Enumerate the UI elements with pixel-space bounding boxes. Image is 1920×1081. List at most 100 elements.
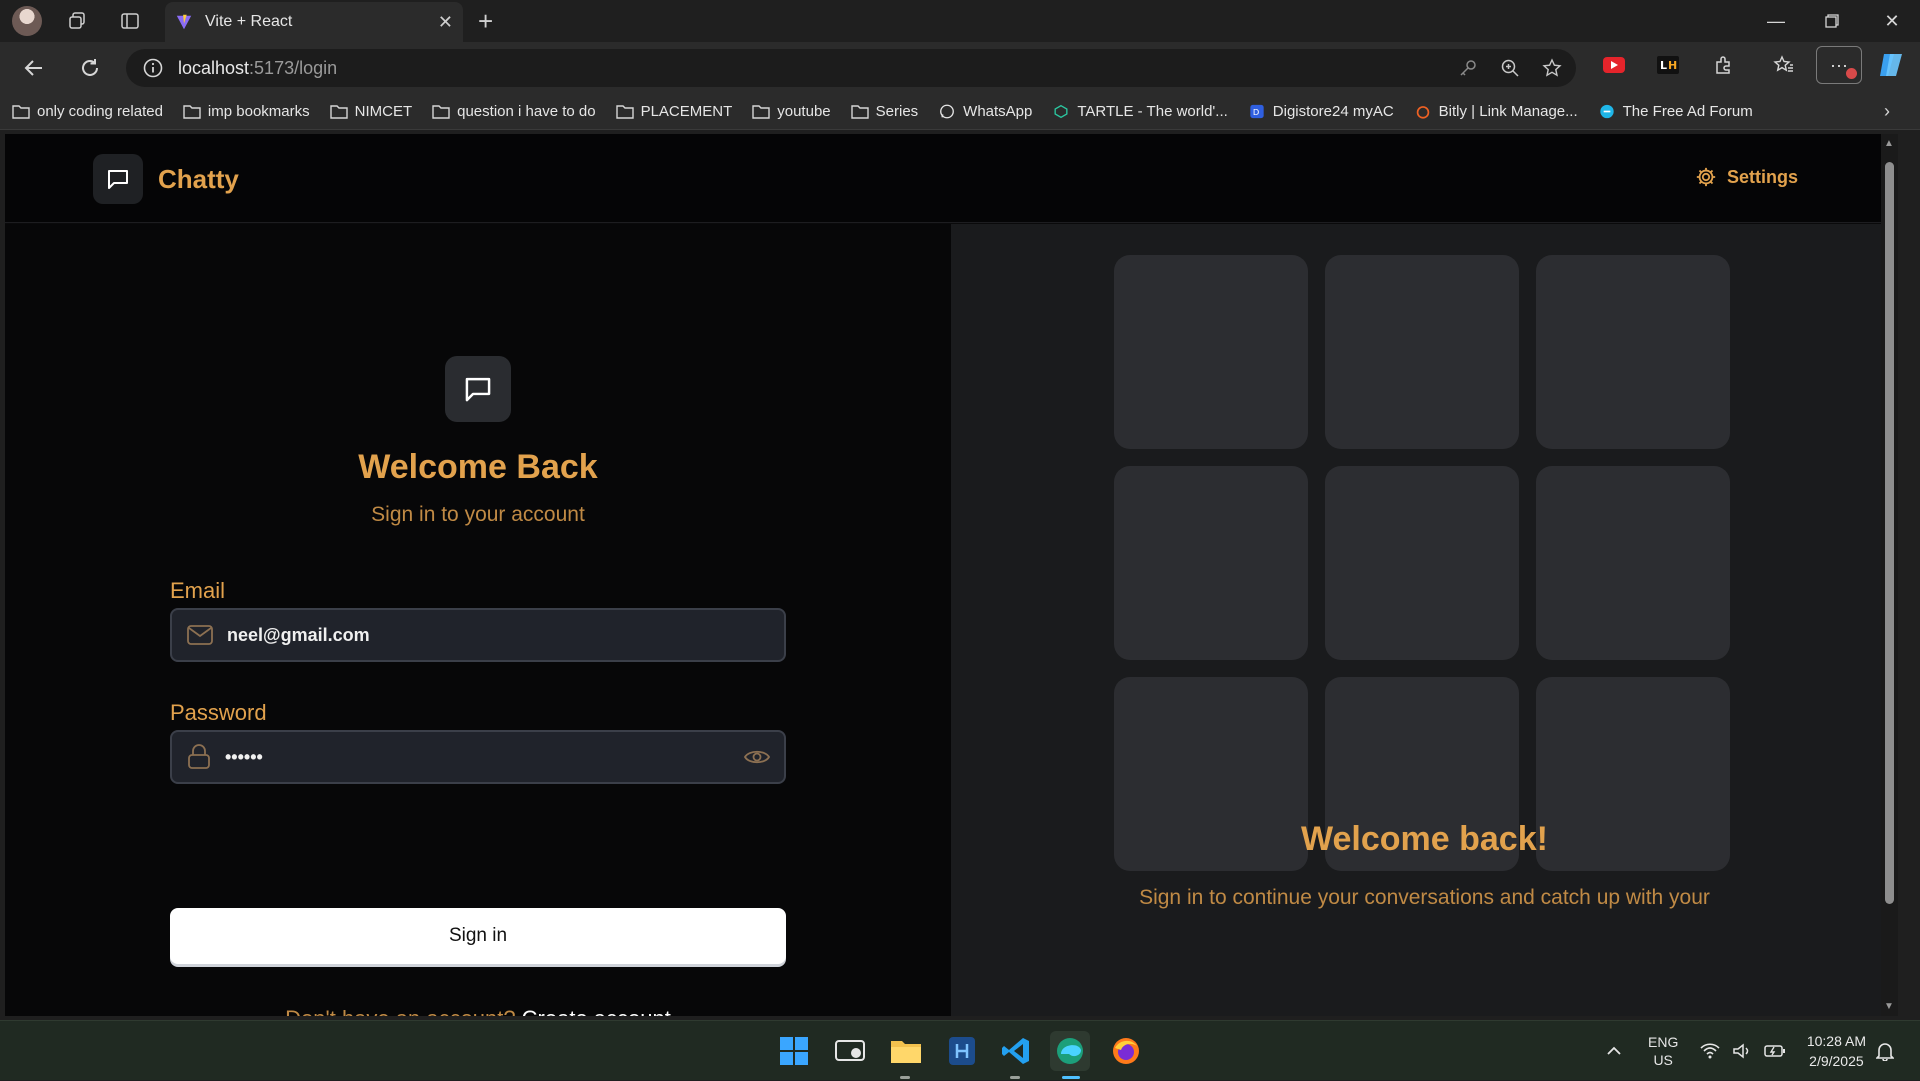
side-panel-title: Welcome back!: [1301, 820, 1548, 858]
back-button[interactable]: [10, 46, 58, 90]
bookmark-tartle[interactable]: TARTLE - The world'...: [1052, 103, 1228, 120]
workspaces-icon[interactable]: [57, 0, 97, 42]
close-tab-icon[interactable]: ✕: [438, 12, 453, 33]
bookmark-free-ad-forum[interactable]: The Free Ad Forum: [1598, 103, 1753, 120]
scrollbar-thumb[interactable]: [1885, 162, 1894, 904]
more-dots-icon: ···: [1830, 55, 1848, 75]
running-indicator: [900, 1076, 910, 1079]
start-button[interactable]: [774, 1031, 814, 1071]
settings-label: Settings: [1726, 166, 1798, 187]
eye-icon[interactable]: [744, 745, 770, 769]
url-host: localhost: [178, 57, 250, 78]
page-viewport: Chatty Settings Welcome Back Sign in to …: [5, 134, 1898, 1016]
active-indicator: [1062, 1076, 1080, 1079]
profile-avatar[interactable]: [12, 6, 42, 36]
system-tray-icons[interactable]: [1700, 1021, 1786, 1081]
bookmark-folder[interactable]: PLACEMENT: [615, 103, 732, 120]
monitor-icon: [835, 1040, 865, 1061]
bookmark-folder[interactable]: Series: [850, 103, 918, 120]
bookmark-whatsapp[interactable]: WhatsApp: [938, 103, 1032, 120]
bookmark-folder[interactable]: imp bookmarks: [183, 103, 310, 120]
tab-actions-icon[interactable]: [110, 0, 150, 42]
page-scrollbar[interactable]: ▲ ▼: [1881, 134, 1898, 1016]
extensions-icon[interactable]: [1704, 46, 1744, 84]
chat-logo-box: [93, 154, 143, 204]
login-panel: Welcome Back Sign in to your account Ema…: [5, 224, 951, 1016]
url-bar[interactable]: localhost:5173/login: [126, 49, 1576, 87]
login-logo: [445, 356, 511, 422]
firefox-icon: [1113, 1038, 1139, 1064]
youtube-extension-icon[interactable]: [1594, 46, 1634, 84]
notification-bell-icon[interactable]: [1876, 1021, 1894, 1081]
folder-icon: [850, 105, 869, 119]
clock-time: 10:28 AM: [1806, 1033, 1866, 1049]
tartle-icon: [1054, 104, 1068, 119]
minimize-icon[interactable]: —: [1748, 0, 1804, 42]
signup-prompt: Don't have an account? Create account: [5, 1006, 951, 1016]
zoom-icon[interactable]: [1500, 58, 1520, 78]
password-field[interactable]: ••••••: [170, 730, 786, 784]
bookmark-folder[interactable]: only coding related: [12, 103, 163, 120]
folder-icon: [615, 105, 634, 119]
folder-icon: [329, 105, 348, 119]
site-info-icon[interactable]: [142, 57, 164, 79]
email-field[interactable]: neel@gmail.com: [170, 608, 786, 662]
close-window-icon[interactable]: ✕: [1864, 0, 1920, 42]
widgets-app[interactable]: [830, 1031, 870, 1071]
edge-app[interactable]: [1050, 1031, 1090, 1071]
grid-tile: [1114, 255, 1308, 449]
brand-name: Chatty: [158, 163, 239, 194]
grid-tile: [1536, 255, 1730, 449]
tray-overflow-chevron-icon[interactable]: [1606, 1021, 1622, 1081]
brand-link[interactable]: Chatty: [93, 154, 239, 204]
sign-in-button[interactable]: Sign in: [170, 908, 786, 964]
bookmark-folder[interactable]: youtube: [752, 103, 831, 120]
folder-icon: [432, 105, 450, 119]
bookmark-bitly[interactable]: Bitly | Link Manage...: [1414, 103, 1578, 120]
reload-icon: [82, 59, 98, 76]
vscode-app[interactable]: [996, 1031, 1036, 1071]
notification-badge: [1846, 68, 1857, 79]
new-tab-button[interactable]: +: [478, 8, 493, 34]
folder-icon: [183, 105, 201, 119]
settings-link[interactable]: Settings: [1695, 166, 1798, 188]
digistore-icon: D: [1250, 104, 1264, 119]
copilot-icon[interactable]: [1872, 46, 1912, 84]
battery-icon: [1764, 1045, 1785, 1057]
clock[interactable]: 10:28 AM 2/9/2025: [1807, 1031, 1866, 1071]
file-explorer-app[interactable]: [886, 1031, 926, 1071]
bookmark-folder[interactable]: question i have to do: [432, 103, 596, 120]
email-label: Email: [170, 578, 226, 603]
app-navbar: Chatty Settings: [5, 134, 1898, 223]
bookmarks-overflow-chevron-icon[interactable]: ›: [1884, 101, 1890, 122]
restore-icon[interactable]: [1804, 0, 1860, 42]
scroll-down-arrow-icon[interactable]: ▼: [1884, 1001, 1894, 1012]
auth-image-panel: Welcome back! Sign in to continue your c…: [951, 224, 1898, 1016]
address-bar-row: localhost:5173/login LH ···: [0, 42, 1920, 94]
more-menu-button[interactable]: ···: [1816, 46, 1862, 84]
favorites-icon[interactable]: [1764, 46, 1804, 84]
grid-tile: [1325, 466, 1519, 660]
favorite-star-icon[interactable]: [1542, 58, 1562, 78]
svg-text:H: H: [1668, 59, 1677, 72]
create-account-link[interactable]: Create account: [522, 1006, 671, 1016]
bookmark-folder[interactable]: NIMCET: [329, 103, 412, 120]
scroll-up-arrow-icon[interactable]: ▲: [1884, 138, 1894, 149]
store-icon: [949, 1037, 975, 1065]
login-title: Welcome Back: [358, 448, 598, 486]
store-app[interactable]: [942, 1031, 982, 1071]
bookmark-digistore[interactable]: D Digistore24 myAC: [1248, 103, 1394, 120]
edge-icon: [1057, 1038, 1083, 1064]
tab-active[interactable]: Vite + React ✕: [165, 2, 463, 42]
back-arrow-icon: [24, 60, 42, 76]
folder-icon: [12, 105, 30, 119]
firefox-app[interactable]: [1106, 1031, 1146, 1071]
volume-icon: [1733, 1043, 1749, 1059]
lighthouse-extension-icon[interactable]: LH: [1648, 46, 1688, 84]
key-icon[interactable]: [1458, 58, 1478, 78]
bookmarks-bar: only coding related imp bookmarks NIMCET…: [0, 94, 1920, 130]
tab-title: Vite + React: [205, 13, 293, 30]
email-value: neel@gmail.com: [227, 624, 370, 645]
language-indicator[interactable]: ENG US: [1648, 1021, 1678, 1081]
reload-button[interactable]: [66, 46, 114, 90]
